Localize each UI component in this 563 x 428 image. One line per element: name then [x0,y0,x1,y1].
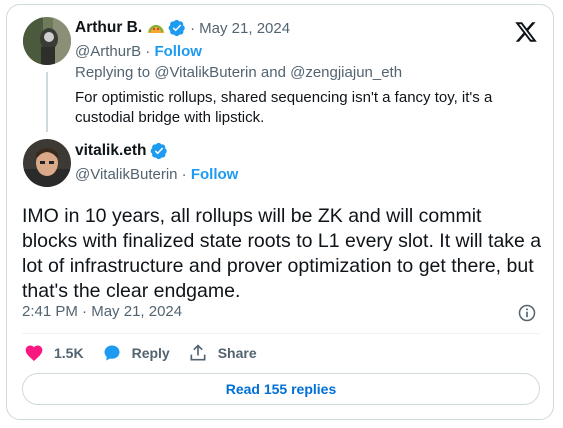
heart-icon [25,345,43,361]
quoted-date[interactable]: May 21, 2024 [199,20,290,37]
tweet-actions-bar: 1.5K Reply Share [24,342,275,364]
quoted-tweet-text: For optimistic rollups, shared sequencin… [75,89,493,126]
share-icon [190,344,206,361]
actions-divider [22,333,540,334]
main-handle-separator: · [181,166,191,183]
replying-to-user-2[interactable]: @zengjiajun_eth [290,64,402,81]
taco-icon [148,25,165,33]
tweet-timestamp[interactable]: 2:41 PM · May 21, 2024 [22,303,182,320]
main-name-row: vitalik.eth [75,142,168,160]
read-replies-button[interactable]: Read 155 replies [22,373,540,405]
quoted-date-separator: · [190,19,196,37]
main-display-name[interactable]: vitalik.eth [75,142,147,160]
verified-badge-icon [168,19,185,37]
main-tweet-text: IMO in 10 years, all rollups will be ZK … [22,205,542,302]
vitalik-avatar[interactable] [23,139,71,187]
verified-badge-icon [150,142,167,160]
replying-prefix: Replying to [75,64,151,81]
replying-to-user-1[interactable]: @VitalikButerin [154,64,257,81]
thread-connector-line [46,72,48,132]
replying-and: and [260,64,286,81]
reply-label: Reply [131,345,170,361]
share-button[interactable]: Share [188,343,257,363]
quoted-follow-link[interactable]: Follow [154,43,202,60]
main-follow-link[interactable]: Follow [191,166,239,183]
quoted-name-row: Arthur B. · May 21, 2024 [75,19,290,37]
like-button[interactable]: 1.5K [24,343,84,363]
info-icon[interactable] [517,303,537,323]
quoted-handle-row: @ArthurB · Follow [75,43,202,60]
reply-bubble-icon [104,345,120,361]
share-label: Share [217,345,257,361]
x-logo-icon[interactable] [513,20,539,44]
main-handle-row: @VitalikButerin · Follow [75,166,238,183]
like-count: 1.5K [54,345,84,361]
tweet-time: 2:41 PM [22,303,78,320]
reply-button[interactable]: Reply [102,343,170,363]
tweet-date: May 21, 2024 [91,303,183,320]
quoted-handle[interactable]: @ArthurB [75,43,141,60]
main-handle[interactable]: @VitalikButerin [75,166,178,183]
timestamp-separator: · [82,303,92,320]
arthur-avatar[interactable] [23,17,71,65]
quoted-display-name[interactable]: Arthur B. [75,19,142,37]
replying-to-line: Replying to @VitalikButerin and @zengjia… [75,64,402,81]
